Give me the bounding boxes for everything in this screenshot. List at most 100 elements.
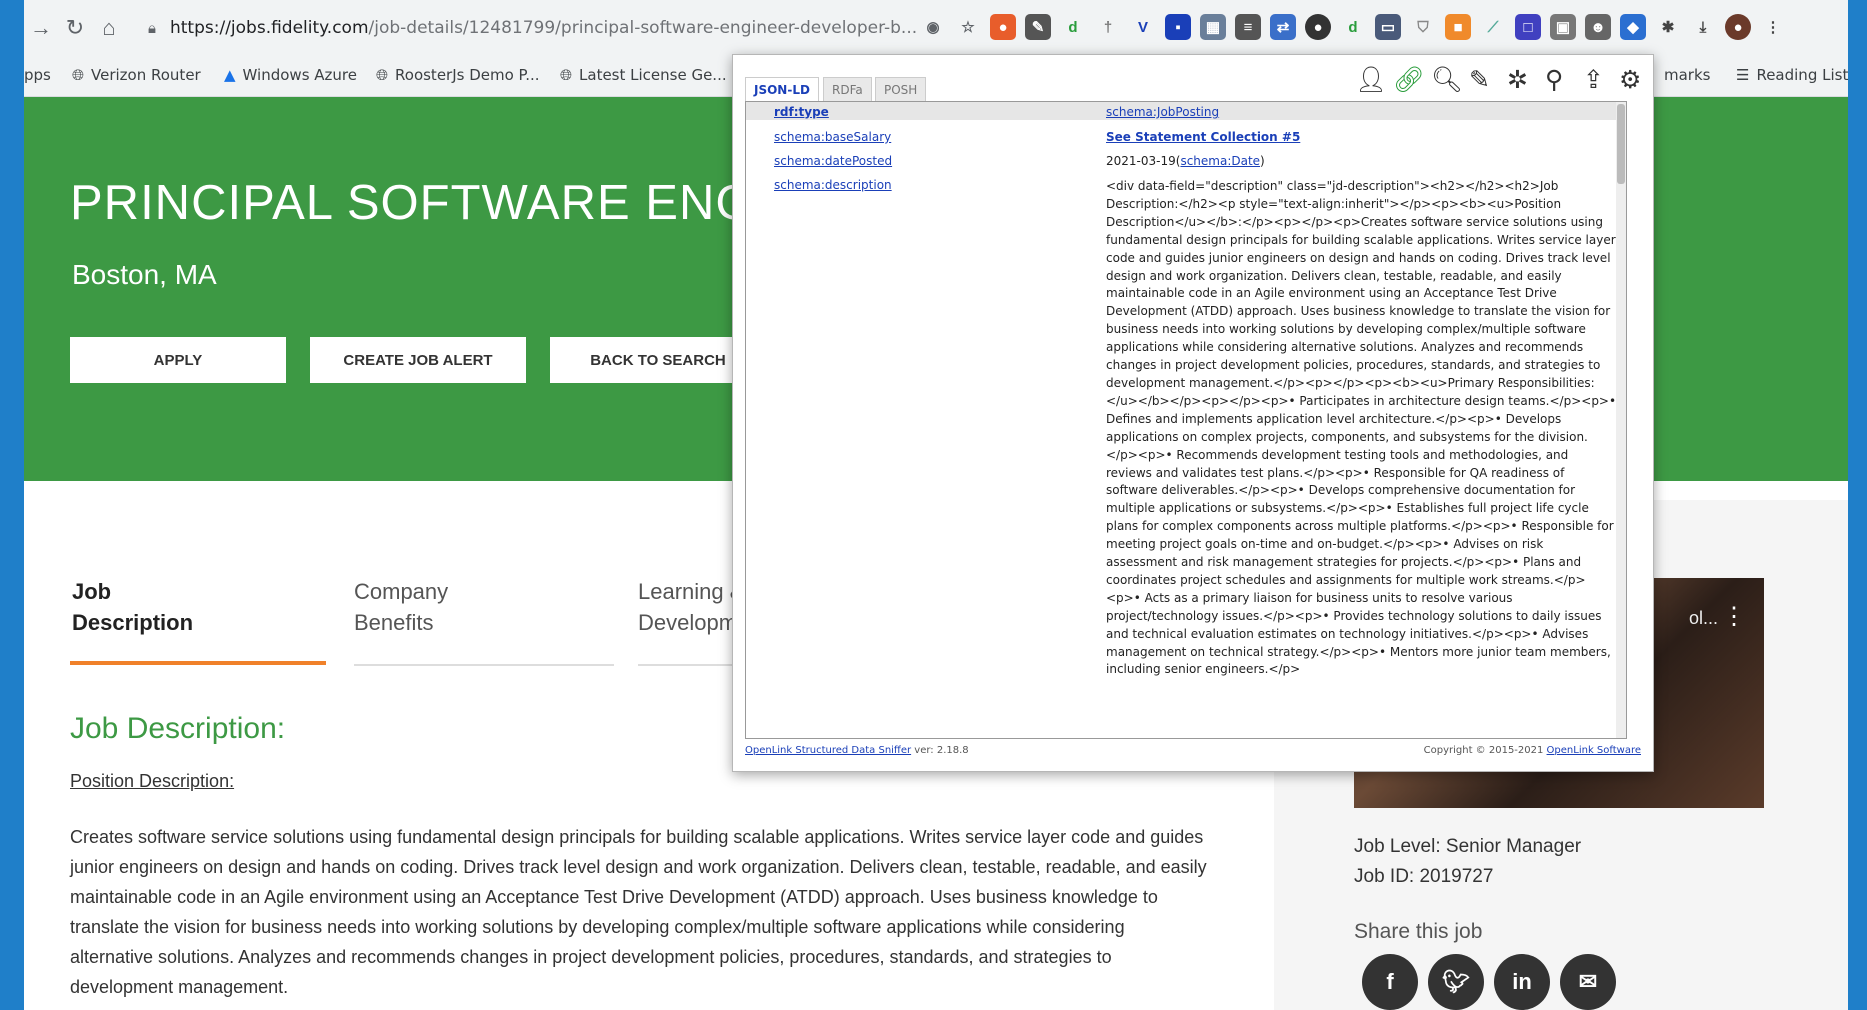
properties-table: rdf:type schema:JobPosting schema:baseSa… xyxy=(745,101,1627,739)
globe-icon: 🌐︎ xyxy=(560,66,573,84)
copyright-text: Copyright © 2015-2021 xyxy=(1423,745,1547,756)
extension-shield-icon[interactable]: ⛉ xyxy=(1410,14,1436,40)
video-title-fragment: ol... xyxy=(1688,608,1718,628)
extension-d-green-icon[interactable]: d xyxy=(1060,14,1086,40)
position-description-label: Position Description: xyxy=(70,771,235,791)
property-rdf-type[interactable]: rdf:type xyxy=(774,105,829,119)
menu-dots-icon[interactable]: ⋮ xyxy=(1760,14,1786,40)
bookmark-label: RoosterJs Demo P... xyxy=(395,66,540,84)
job-description-text: Creates software service solutions using… xyxy=(70,827,1207,997)
extension-colorful-icon[interactable]: ● xyxy=(990,14,1016,40)
address-bar[interactable]: 🔒︎ https://jobs.fidelity.com /job-detail… xyxy=(148,10,958,46)
globe-icon: 🌐︎ xyxy=(72,66,85,84)
bookmark-latest-license[interactable]: 🌐︎ Latest License Ge... xyxy=(560,66,727,84)
url-host: https://jobs.fidelity.com xyxy=(169,18,369,38)
extension-chart-icon[interactable]: ⟋ xyxy=(1480,14,1506,40)
bookmark-star-icon[interactable]: ☆ xyxy=(955,14,981,40)
extension-save-icon[interactable]: ▪ xyxy=(1165,14,1191,40)
value-type: schema:JobPosting xyxy=(1106,105,1219,119)
value-date-posted: 2021-03-19(schema:Date) xyxy=(1106,154,1265,168)
extensions-puzzle-icon[interactable]: ✱ xyxy=(1655,14,1681,40)
tab-divider xyxy=(354,664,614,666)
extension-gray-icon[interactable]: ▣ xyxy=(1550,14,1576,40)
tab-label-line2: Developm xyxy=(638,610,738,635)
extension-db-icon[interactable]: ≡ xyxy=(1235,14,1261,40)
linkedin-share-icon[interactable]: in xyxy=(1494,954,1550,1010)
active-tab-indicator xyxy=(70,661,326,665)
extension-edit-icon[interactable]: ✎ xyxy=(1025,14,1051,40)
user-icon[interactable]: 👤︎ xyxy=(1355,65,1387,95)
bookmark-verizon-router[interactable]: 🌐︎ Verizon Router xyxy=(72,66,201,84)
settings-gear-icon[interactable]: ⚙ xyxy=(1619,65,1641,94)
zoom-icon[interactable]: ⚲ xyxy=(1545,65,1563,94)
description-value: <div data-field="description" class="jd-… xyxy=(1106,179,1617,677)
extension-circle-icon[interactable]: ● xyxy=(1305,14,1331,40)
privacy-eye-icon[interactable]: ◉ xyxy=(920,14,946,40)
scrollbar-thumb[interactable] xyxy=(1617,104,1625,184)
job-location: Boston, MA xyxy=(72,259,217,290)
version-text: ver: 2.18.8 xyxy=(911,745,969,756)
reading-list[interactable]: ☰ Reading List xyxy=(1736,66,1848,84)
extension-square-icon[interactable]: □ xyxy=(1515,14,1541,40)
property-description[interactable]: schema:description xyxy=(774,178,892,192)
bookmark-label: Windows Azure xyxy=(242,66,357,84)
apply-button[interactable]: APPLY xyxy=(70,337,286,383)
tab-label-line2: Benefits xyxy=(354,610,434,635)
tab-label-line1: Learning & xyxy=(638,579,745,604)
extension-pin-icon[interactable]: † xyxy=(1095,14,1121,40)
facebook-share-icon[interactable]: f xyxy=(1362,954,1418,1010)
search-data-icon[interactable]: 🔍︎ xyxy=(1431,65,1463,95)
extension-v-icon[interactable]: V xyxy=(1130,14,1156,40)
extension-grid-icon[interactable]: ▦ xyxy=(1200,14,1226,40)
job-title: PRINCIPAL SOFTWARE ENGIN xyxy=(70,176,806,230)
tab-learning-development[interactable]: Learning & Developm xyxy=(638,576,744,638)
bookmark-label: Latest License Ge... xyxy=(579,66,727,84)
network-icon[interactable]: ✲ xyxy=(1507,65,1528,94)
sniffer-footer-copyright: Copyright © 2015-2021 OpenLink Software xyxy=(1424,745,1641,756)
sniffer-link[interactable]: OpenLink Structured Data Sniffer xyxy=(745,745,911,756)
bookmark-windows-azure[interactable]: ▲ Windows Azure xyxy=(224,66,357,84)
tab-label-line1: Job xyxy=(72,579,112,604)
scrollbar[interactable] xyxy=(1616,102,1626,738)
tab-label-line1: Company xyxy=(354,579,449,604)
tab-posh[interactable]: POSH xyxy=(875,77,927,102)
tab-job-description[interactable]: Job Description xyxy=(72,576,193,638)
extension-d-icon[interactable]: d xyxy=(1340,14,1366,40)
twitter-share-icon[interactable]: 🐦︎ xyxy=(1428,954,1484,1010)
bookmark-apps[interactable]: pps xyxy=(24,66,51,84)
property-date-posted[interactable]: schema:datePosted xyxy=(774,154,892,168)
tab-label-line2: Description xyxy=(72,610,194,635)
downloads-icon[interactable]: ⤓ xyxy=(1690,14,1716,40)
extension-puzzle-blue-icon[interactable]: ◆ xyxy=(1620,14,1646,40)
extension-sniffer-icon[interactable]: ☻ xyxy=(1585,14,1611,40)
forward-icon[interactable]: → xyxy=(24,15,58,41)
extension-translate-icon[interactable]: ⇄ xyxy=(1270,14,1296,40)
value-base-salary: See Statement Collection #5 xyxy=(1106,130,1300,144)
create-job-alert-button[interactable]: CREATE JOB ALERT xyxy=(310,337,526,383)
value-link[interactable]: schema:JobPosting xyxy=(1106,105,1219,119)
extension-bar: ◉ ☆ ● ✎ d † V ▪ ▦ ≡ ⇄ ● d ▭ ⛉ ■ ⟋ □ ▣ ☻ … xyxy=(920,14,1786,40)
reload-icon[interactable]: ↻ xyxy=(58,15,92,41)
property-base-salary[interactable]: schema:baseSalary xyxy=(774,130,891,144)
date-value: 2021-03-19 xyxy=(1106,154,1176,168)
tab-rdfa[interactable]: RDFa xyxy=(823,77,872,102)
tab-divider xyxy=(638,664,734,666)
extension-orange-icon[interactable]: ■ xyxy=(1445,14,1471,40)
upload-icon[interactable]: ⇪ xyxy=(1583,65,1604,94)
link-icon[interactable]: 🔗︎ xyxy=(1393,65,1425,95)
url-path: /job-details/12481799/principal-software… xyxy=(368,18,918,38)
bookmark-other[interactable]: marks xyxy=(1664,66,1710,84)
extension-window-icon[interactable]: ▭ xyxy=(1375,14,1401,40)
openlink-software-link[interactable]: OpenLink Software xyxy=(1547,745,1641,756)
date-type-link[interactable]: schema:Date xyxy=(1180,154,1260,168)
email-share-icon[interactable]: ✉ xyxy=(1560,954,1616,1010)
tab-company-benefits[interactable]: Company Benefits xyxy=(354,576,448,638)
statement-collection-link[interactable]: See Statement Collection #5 xyxy=(1106,130,1300,144)
home-icon[interactable]: ⌂ xyxy=(92,15,126,41)
bookmark-label: pps xyxy=(24,66,51,84)
edit-icon[interactable]: ✎ xyxy=(1469,65,1490,94)
bookmark-roosterjs-demo[interactable]: 🌐︎ RoosterJs Demo P... xyxy=(376,66,540,84)
profile-avatar-icon[interactable]: ● xyxy=(1725,14,1751,40)
video-menu-icon[interactable]: ⋮ xyxy=(1722,602,1746,631)
tab-json-ld[interactable]: JSON-LD xyxy=(745,77,819,102)
